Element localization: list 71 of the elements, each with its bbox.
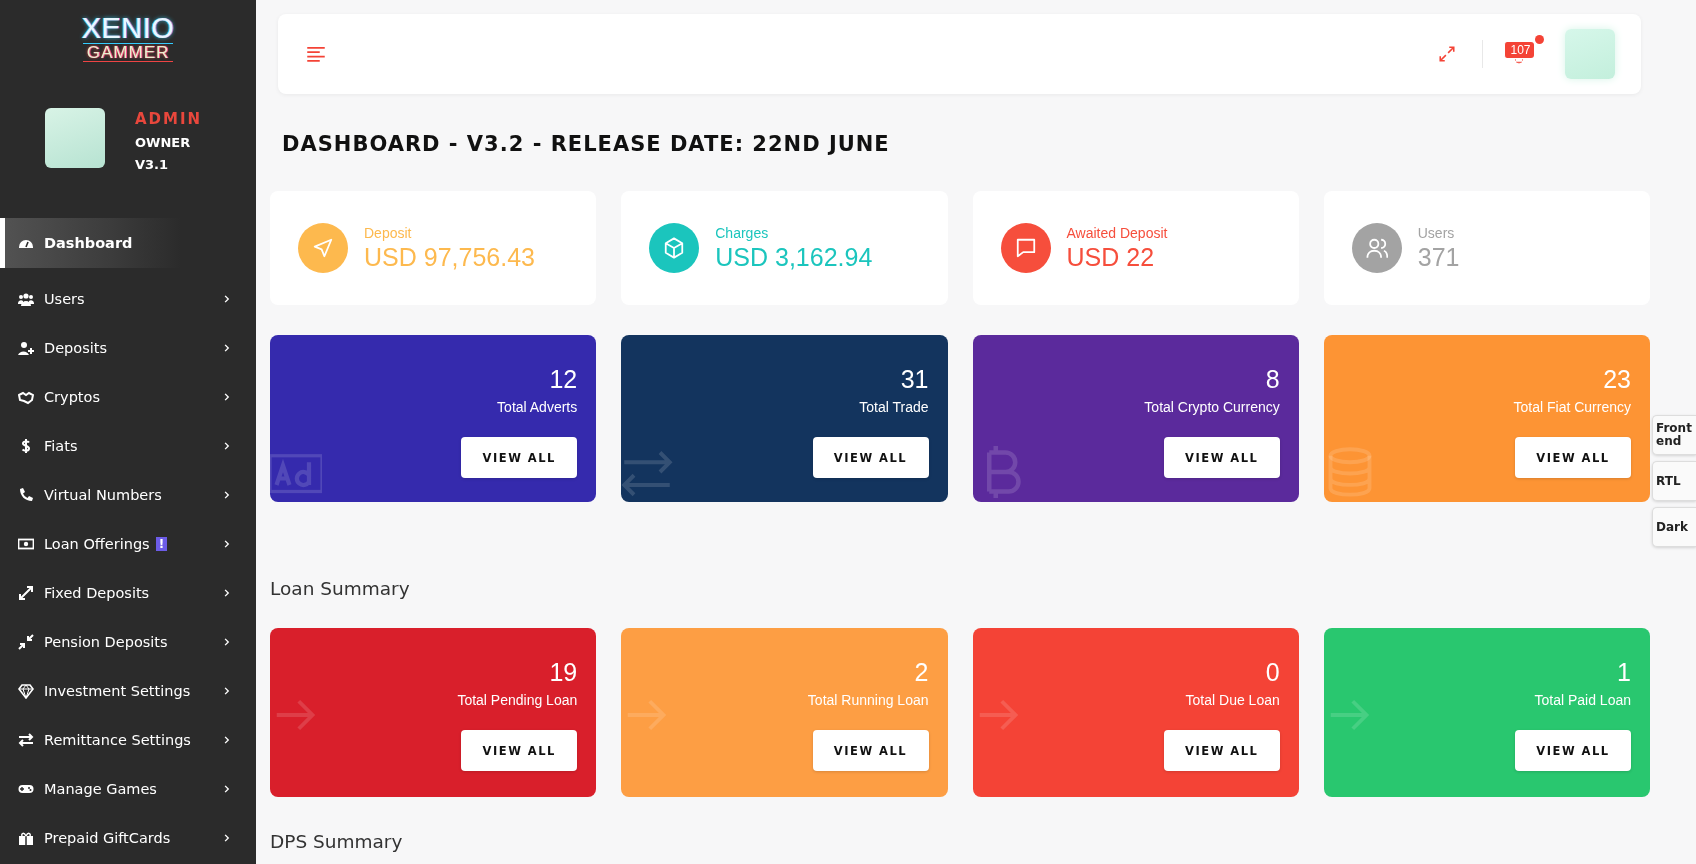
side-tab[interactable]: Front end bbox=[1652, 415, 1696, 456]
sidebar-item[interactable]: Pension Deposits bbox=[0, 617, 256, 666]
section-heading: DPS Summary bbox=[270, 831, 403, 852]
page-title: DASHBOARD - V3.2 - RELEASE DATE: 22ND JUNE bbox=[282, 132, 890, 156]
expand-arrows-icon bbox=[18, 584, 34, 601]
stat-label: Charges bbox=[715, 224, 770, 241]
sidebar-item[interactable]: Deposits bbox=[0, 323, 256, 372]
count-value: 0 bbox=[1265, 657, 1280, 687]
fullscreen-icon[interactable] bbox=[1438, 45, 1456, 63]
count-value: 12 bbox=[549, 364, 578, 394]
count-label: Total Adverts bbox=[497, 399, 578, 415]
view-all-button[interactable]: VIEW ALL bbox=[461, 730, 578, 771]
sidebar-item[interactable]: Manage Games bbox=[0, 764, 256, 813]
count-value: 8 bbox=[1265, 364, 1280, 394]
diamond-icon bbox=[18, 682, 34, 699]
sidebar-item[interactable]: Cryptos bbox=[0, 372, 256, 421]
view-all-button[interactable]: VIEW ALL bbox=[1163, 437, 1280, 478]
count-label: Total Running Loan bbox=[807, 692, 929, 708]
version-label: V3.1 bbox=[135, 157, 170, 172]
count-label: Total Trade bbox=[859, 399, 929, 415]
count-value: 23 bbox=[1603, 364, 1631, 394]
sidebar-item[interactable]: Users bbox=[0, 274, 256, 323]
count-label: Total Fiat Currency bbox=[1513, 399, 1631, 415]
stat-value: USD 3,162.94 bbox=[715, 242, 873, 272]
unread-dot bbox=[1535, 35, 1544, 44]
sidebar-item[interactable]: Remittance Settings bbox=[0, 715, 256, 764]
count-label: Total Crypto Currency bbox=[1144, 399, 1280, 415]
view-all-button[interactable]: VIEW ALL bbox=[812, 437, 929, 478]
view-all-button[interactable]: VIEW ALL bbox=[1163, 730, 1280, 771]
sidebar-item[interactable]: Fixed Deposits bbox=[0, 568, 256, 617]
side-tab[interactable]: Dark bbox=[1652, 507, 1696, 548]
cube-icon bbox=[663, 237, 686, 259]
chat-bubble-icon bbox=[1014, 237, 1037, 259]
sidebar-item[interactable]: Loan Offerings ! bbox=[0, 519, 256, 568]
phone-icon bbox=[18, 486, 34, 503]
brand-logo: XENIO GAMMER bbox=[80, 11, 176, 64]
stat-label: Awaited Deposit bbox=[1066, 224, 1168, 241]
user-title: OWNER bbox=[135, 135, 192, 150]
compress-arrows-icon bbox=[18, 633, 34, 650]
sidebar-item[interactable]: Prepaid GiftCards bbox=[0, 813, 256, 862]
user-plus-icon bbox=[18, 339, 34, 356]
users-icon bbox=[1365, 237, 1388, 259]
view-all-button[interactable]: VIEW ALL bbox=[1515, 730, 1631, 771]
users-icon bbox=[18, 290, 34, 307]
alert-badge: ! bbox=[155, 536, 168, 551]
count-label: Total Due Loan bbox=[1185, 692, 1280, 708]
count-value: 2 bbox=[914, 657, 929, 687]
stat-value: USD 22 bbox=[1066, 242, 1156, 272]
count-label: Total Pending Loan bbox=[457, 692, 578, 708]
user-role: ADMIN bbox=[135, 110, 203, 128]
section-heading: Loan Summary bbox=[270, 578, 410, 599]
menu-icon[interactable] bbox=[306, 44, 326, 64]
send-icon bbox=[312, 237, 334, 259]
count-value: 1 bbox=[1617, 657, 1631, 687]
view-all-button[interactable]: VIEW ALL bbox=[812, 730, 929, 771]
count-label: Total Paid Loan bbox=[1534, 692, 1631, 708]
count-value: 31 bbox=[900, 364, 929, 394]
side-tab[interactable]: RTL bbox=[1652, 461, 1696, 502]
exchange-arrows-icon bbox=[18, 731, 34, 748]
stat-value: USD 97,756.43 bbox=[364, 242, 535, 272]
view-all-button[interactable]: VIEW ALL bbox=[1515, 437, 1631, 478]
avatar-photo-placeholder bbox=[45, 108, 105, 168]
notification-button[interactable]: 107 bbox=[1499, 34, 1545, 74]
count-value: 19 bbox=[549, 657, 578, 687]
stat-value: 371 bbox=[1417, 242, 1460, 272]
sidebar-item[interactable]: Fiats bbox=[0, 421, 256, 470]
view-all-button[interactable]: VIEW ALL bbox=[461, 437, 578, 478]
stat-label: Users bbox=[1417, 224, 1456, 241]
stat-label: Deposit bbox=[364, 224, 413, 241]
sidebar-item[interactable]: Investment Settings bbox=[0, 666, 256, 715]
sidebar-item[interactable]: Virtual Numbers bbox=[0, 470, 256, 519]
